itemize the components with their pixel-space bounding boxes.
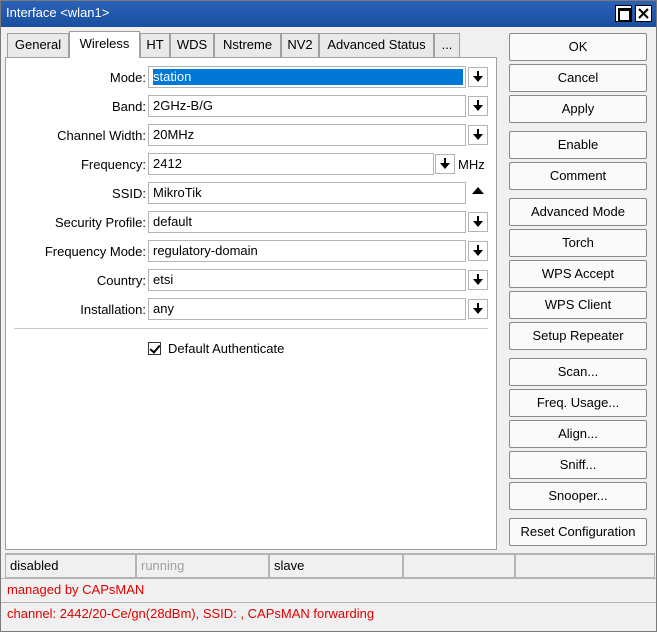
country-row: Country: etsi [6,269,498,291]
default-authenticate-label: Default Authenticate [168,341,285,356]
ssid-input[interactable]: MikroTik [148,182,466,204]
ssid-row: SSID: MikroTik [6,182,498,204]
mode-value: station [153,69,463,85]
torch-button[interactable]: Torch [509,229,647,257]
align-button[interactable]: Align... [509,420,647,448]
tab-nstreme[interactable]: Nstreme [214,33,281,57]
security-profile-label: Security Profile: [54,215,146,230]
mode-label: Mode: [109,70,146,85]
wps-client-button[interactable]: WPS Client [509,291,647,319]
sniff-button[interactable]: Sniff... [509,451,647,479]
channel-width-label: Channel Width: [57,128,146,143]
installation-select[interactable]: any [148,298,466,320]
close-icon[interactable] [635,5,652,22]
divider [14,328,488,329]
frequency-mode-label: Frequency Mode: [44,244,146,259]
interface-window: Interface <wlan1> General Wireless HT WD… [0,0,657,632]
channel-message: channel: 2442/20-Ce/gn(28dBm), SSID: , C… [1,602,656,626]
tab-advanced-status[interactable]: Advanced Status [319,33,434,57]
installation-dropdown-icon[interactable] [468,299,488,319]
frequency-unit: MHz [458,157,485,172]
security-profile-select[interactable]: default [148,211,466,233]
channel-width-dropdown-icon[interactable] [468,125,488,145]
security-profile-row: Security Profile: default [6,211,498,233]
band-dropdown-icon[interactable] [468,96,488,116]
installation-label: Installation: [80,302,146,317]
channel-width-row: Channel Width: 20MHz [6,124,498,146]
status-state: disabled [5,554,136,578]
wireless-tab-panel: Mode: station Band: 2GHz-B/G Channel Wid… [5,57,497,550]
frequency-row: Frequency: 2412 MHz [6,153,498,175]
tab-wireless[interactable]: Wireless [69,31,140,58]
managed-message: managed by CAPsMAN [1,578,656,602]
default-authenticate-checkbox[interactable] [148,342,161,355]
frequency-mode-row: Frequency Mode: regulatory-domain [6,240,498,262]
tab-ht[interactable]: HT [140,33,170,57]
scan-button[interactable]: Scan... [509,358,647,386]
security-profile-dropdown-icon[interactable] [468,212,488,232]
status-running: running [136,554,269,578]
apply-button[interactable]: Apply [509,95,647,123]
frequency-dropdown-icon[interactable] [435,154,455,174]
title-bar[interactable]: Interface <wlan1> [1,1,656,27]
wps-accept-button[interactable]: WPS Accept [509,260,647,288]
status-empty-2 [515,554,655,578]
advanced-mode-button[interactable]: Advanced Mode [509,198,647,226]
status-role: slave [269,554,403,578]
mode-dropdown-icon[interactable] [468,67,488,87]
window-title: Interface <wlan1> [6,5,110,20]
installation-row: Installation: any [6,298,498,320]
enable-button[interactable]: Enable [509,131,647,159]
ssid-label: SSID: [112,186,146,201]
tab-wds[interactable]: WDS [170,33,214,57]
country-label: Country: [96,273,146,288]
frequency-mode-dropdown-icon[interactable] [468,241,488,261]
reset-configuration-button[interactable]: Reset Configuration [509,518,647,546]
snooper-button[interactable]: Snooper... [509,482,647,510]
band-select[interactable]: 2GHz-B/G [148,95,466,117]
collapse-up-icon[interactable] [472,187,484,194]
setup-repeater-button[interactable]: Setup Repeater [509,322,647,350]
status-empty-1 [403,554,515,578]
ok-button[interactable]: OK [509,33,647,61]
country-select[interactable]: etsi [148,269,466,291]
tab-nv2[interactable]: NV2 [281,33,319,57]
tab-more[interactable]: ... [434,33,460,57]
tab-general[interactable]: General [7,33,69,57]
band-label: Band: [112,99,146,114]
comment-button[interactable]: Comment [509,162,647,190]
frequency-select[interactable]: 2412 [148,153,434,175]
country-dropdown-icon[interactable] [468,270,488,290]
mode-row: Mode: station [6,66,498,88]
mode-select[interactable]: station [148,66,466,88]
maximize-icon[interactable] [615,5,632,22]
channel-width-select[interactable]: 20MHz [148,124,466,146]
freq-usage-button[interactable]: Freq. Usage... [509,389,647,417]
status-bar: disabled running slave [5,553,655,578]
band-row: Band: 2GHz-B/G [6,95,498,117]
frequency-mode-select[interactable]: regulatory-domain [148,240,466,262]
cancel-button[interactable]: Cancel [509,64,647,92]
frequency-label: Frequency: [80,157,146,172]
